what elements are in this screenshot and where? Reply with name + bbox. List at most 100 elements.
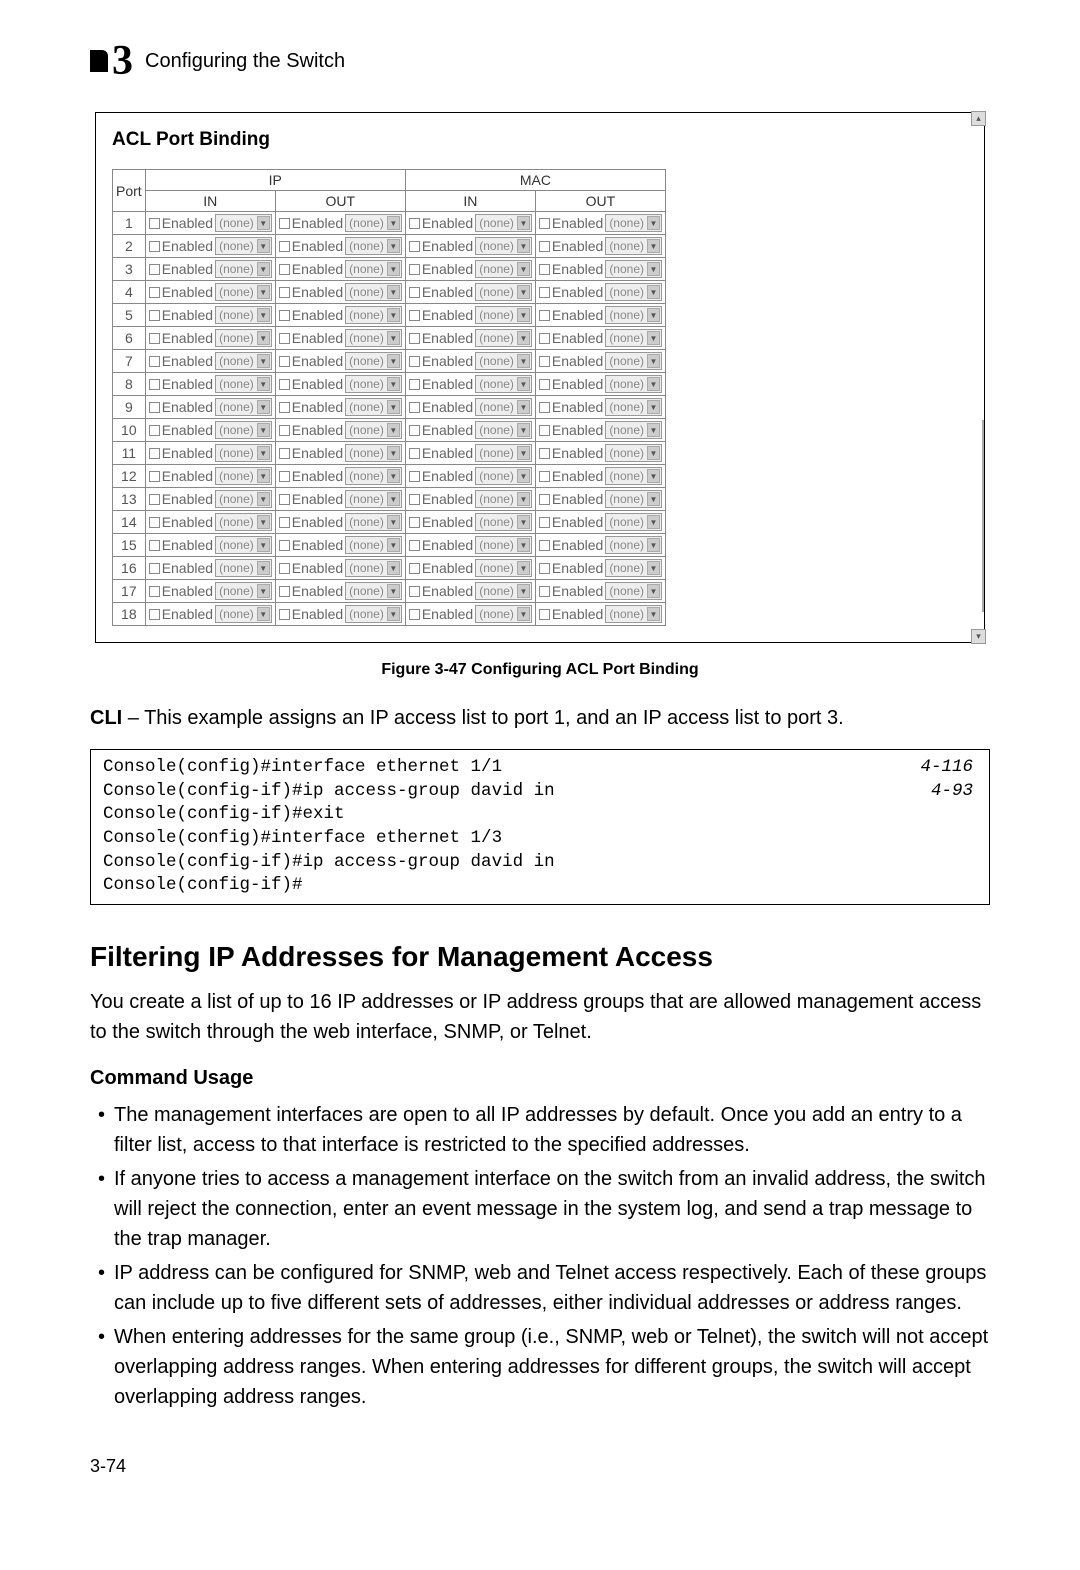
chevron-down-icon[interactable]: ▼ <box>387 331 400 345</box>
chevron-down-icon[interactable]: ▼ <box>647 216 660 230</box>
chevron-down-icon[interactable]: ▼ <box>257 216 270 230</box>
enabled-checkbox[interactable] <box>409 218 420 229</box>
chevron-down-icon[interactable]: ▼ <box>517 262 530 276</box>
enabled-checkbox[interactable] <box>149 287 160 298</box>
acl-select[interactable]: (none)▼ <box>345 513 402 531</box>
acl-select[interactable]: (none)▼ <box>215 490 272 508</box>
enabled-checkbox[interactable] <box>409 241 420 252</box>
chevron-down-icon[interactable]: ▼ <box>517 285 530 299</box>
enabled-checkbox[interactable] <box>279 448 290 459</box>
chevron-down-icon[interactable]: ▼ <box>387 423 400 437</box>
enabled-checkbox[interactable] <box>539 448 550 459</box>
enabled-checkbox[interactable] <box>279 563 290 574</box>
chevron-down-icon[interactable]: ▼ <box>647 515 660 529</box>
acl-select[interactable]: (none)▼ <box>475 421 532 439</box>
chevron-down-icon[interactable]: ▼ <box>257 584 270 598</box>
chevron-down-icon[interactable]: ▼ <box>257 354 270 368</box>
chevron-down-icon[interactable]: ▼ <box>647 492 660 506</box>
chevron-down-icon[interactable]: ▼ <box>647 584 660 598</box>
scroll-down-button[interactable]: ▾ <box>971 629 986 644</box>
acl-select[interactable]: (none)▼ <box>345 352 402 370</box>
acl-select[interactable]: (none)▼ <box>605 375 662 393</box>
acl-select[interactable]: (none)▼ <box>345 536 402 554</box>
chevron-down-icon[interactable]: ▼ <box>257 469 270 483</box>
enabled-checkbox[interactable] <box>149 264 160 275</box>
chevron-down-icon[interactable]: ▼ <box>257 561 270 575</box>
chevron-down-icon[interactable]: ▼ <box>257 285 270 299</box>
acl-select[interactable]: (none)▼ <box>215 536 272 554</box>
acl-select[interactable]: (none)▼ <box>475 513 532 531</box>
acl-select[interactable]: (none)▼ <box>475 260 532 278</box>
acl-select[interactable]: (none)▼ <box>345 375 402 393</box>
enabled-checkbox[interactable] <box>539 287 550 298</box>
acl-select[interactable]: (none)▼ <box>345 237 402 255</box>
enabled-checkbox[interactable] <box>279 517 290 528</box>
chevron-down-icon[interactable]: ▼ <box>647 561 660 575</box>
acl-select[interactable]: (none)▼ <box>475 375 532 393</box>
chevron-down-icon[interactable]: ▼ <box>387 354 400 368</box>
acl-select[interactable]: (none)▼ <box>605 329 662 347</box>
enabled-checkbox[interactable] <box>279 310 290 321</box>
chevron-down-icon[interactable]: ▼ <box>387 285 400 299</box>
acl-select[interactable]: (none)▼ <box>475 467 532 485</box>
enabled-checkbox[interactable] <box>279 471 290 482</box>
scrollbar-track[interactable] <box>982 420 984 612</box>
enabled-checkbox[interactable] <box>149 356 160 367</box>
acl-select[interactable]: (none)▼ <box>475 398 532 416</box>
acl-select[interactable]: (none)▼ <box>475 329 532 347</box>
enabled-checkbox[interactable] <box>409 402 420 413</box>
chevron-down-icon[interactable]: ▼ <box>257 262 270 276</box>
enabled-checkbox[interactable] <box>539 379 550 390</box>
enabled-checkbox[interactable] <box>539 402 550 413</box>
enabled-checkbox[interactable] <box>409 517 420 528</box>
acl-select[interactable]: (none)▼ <box>475 283 532 301</box>
acl-select[interactable]: (none)▼ <box>605 582 662 600</box>
chevron-down-icon[interactable]: ▼ <box>647 331 660 345</box>
chevron-down-icon[interactable]: ▼ <box>517 239 530 253</box>
enabled-checkbox[interactable] <box>279 586 290 597</box>
chevron-down-icon[interactable]: ▼ <box>517 377 530 391</box>
acl-select[interactable]: (none)▼ <box>605 536 662 554</box>
chevron-down-icon[interactable]: ▼ <box>387 561 400 575</box>
enabled-checkbox[interactable] <box>149 471 160 482</box>
chevron-down-icon[interactable]: ▼ <box>257 515 270 529</box>
enabled-checkbox[interactable] <box>409 563 420 574</box>
chevron-down-icon[interactable]: ▼ <box>647 423 660 437</box>
acl-select[interactable]: (none)▼ <box>475 352 532 370</box>
chevron-down-icon[interactable]: ▼ <box>647 607 660 621</box>
chevron-down-icon[interactable]: ▼ <box>517 538 530 552</box>
enabled-checkbox[interactable] <box>279 287 290 298</box>
enabled-checkbox[interactable] <box>279 356 290 367</box>
enabled-checkbox[interactable] <box>539 540 550 551</box>
acl-select[interactable]: (none)▼ <box>345 582 402 600</box>
enabled-checkbox[interactable] <box>409 310 420 321</box>
acl-select[interactable]: (none)▼ <box>215 421 272 439</box>
enabled-checkbox[interactable] <box>409 356 420 367</box>
acl-select[interactable]: (none)▼ <box>345 467 402 485</box>
chevron-down-icon[interactable]: ▼ <box>647 400 660 414</box>
enabled-checkbox[interactable] <box>539 356 550 367</box>
chevron-down-icon[interactable]: ▼ <box>517 446 530 460</box>
acl-select[interactable]: (none)▼ <box>605 214 662 232</box>
enabled-checkbox[interactable] <box>409 425 420 436</box>
chevron-down-icon[interactable]: ▼ <box>647 308 660 322</box>
chevron-down-icon[interactable]: ▼ <box>387 469 400 483</box>
chevron-down-icon[interactable]: ▼ <box>517 400 530 414</box>
chevron-down-icon[interactable]: ▼ <box>387 607 400 621</box>
enabled-checkbox[interactable] <box>149 563 160 574</box>
chevron-down-icon[interactable]: ▼ <box>387 308 400 322</box>
acl-select[interactable]: (none)▼ <box>215 605 272 623</box>
acl-select[interactable]: (none)▼ <box>215 559 272 577</box>
chevron-down-icon[interactable]: ▼ <box>517 216 530 230</box>
enabled-checkbox[interactable] <box>539 310 550 321</box>
acl-select[interactable]: (none)▼ <box>215 283 272 301</box>
chevron-down-icon[interactable]: ▼ <box>387 538 400 552</box>
acl-select[interactable]: (none)▼ <box>345 329 402 347</box>
acl-select[interactable]: (none)▼ <box>215 444 272 462</box>
chevron-down-icon[interactable]: ▼ <box>257 423 270 437</box>
chevron-down-icon[interactable]: ▼ <box>647 446 660 460</box>
enabled-checkbox[interactable] <box>409 540 420 551</box>
chevron-down-icon[interactable]: ▼ <box>257 538 270 552</box>
enabled-checkbox[interactable] <box>149 218 160 229</box>
chevron-down-icon[interactable]: ▼ <box>517 331 530 345</box>
